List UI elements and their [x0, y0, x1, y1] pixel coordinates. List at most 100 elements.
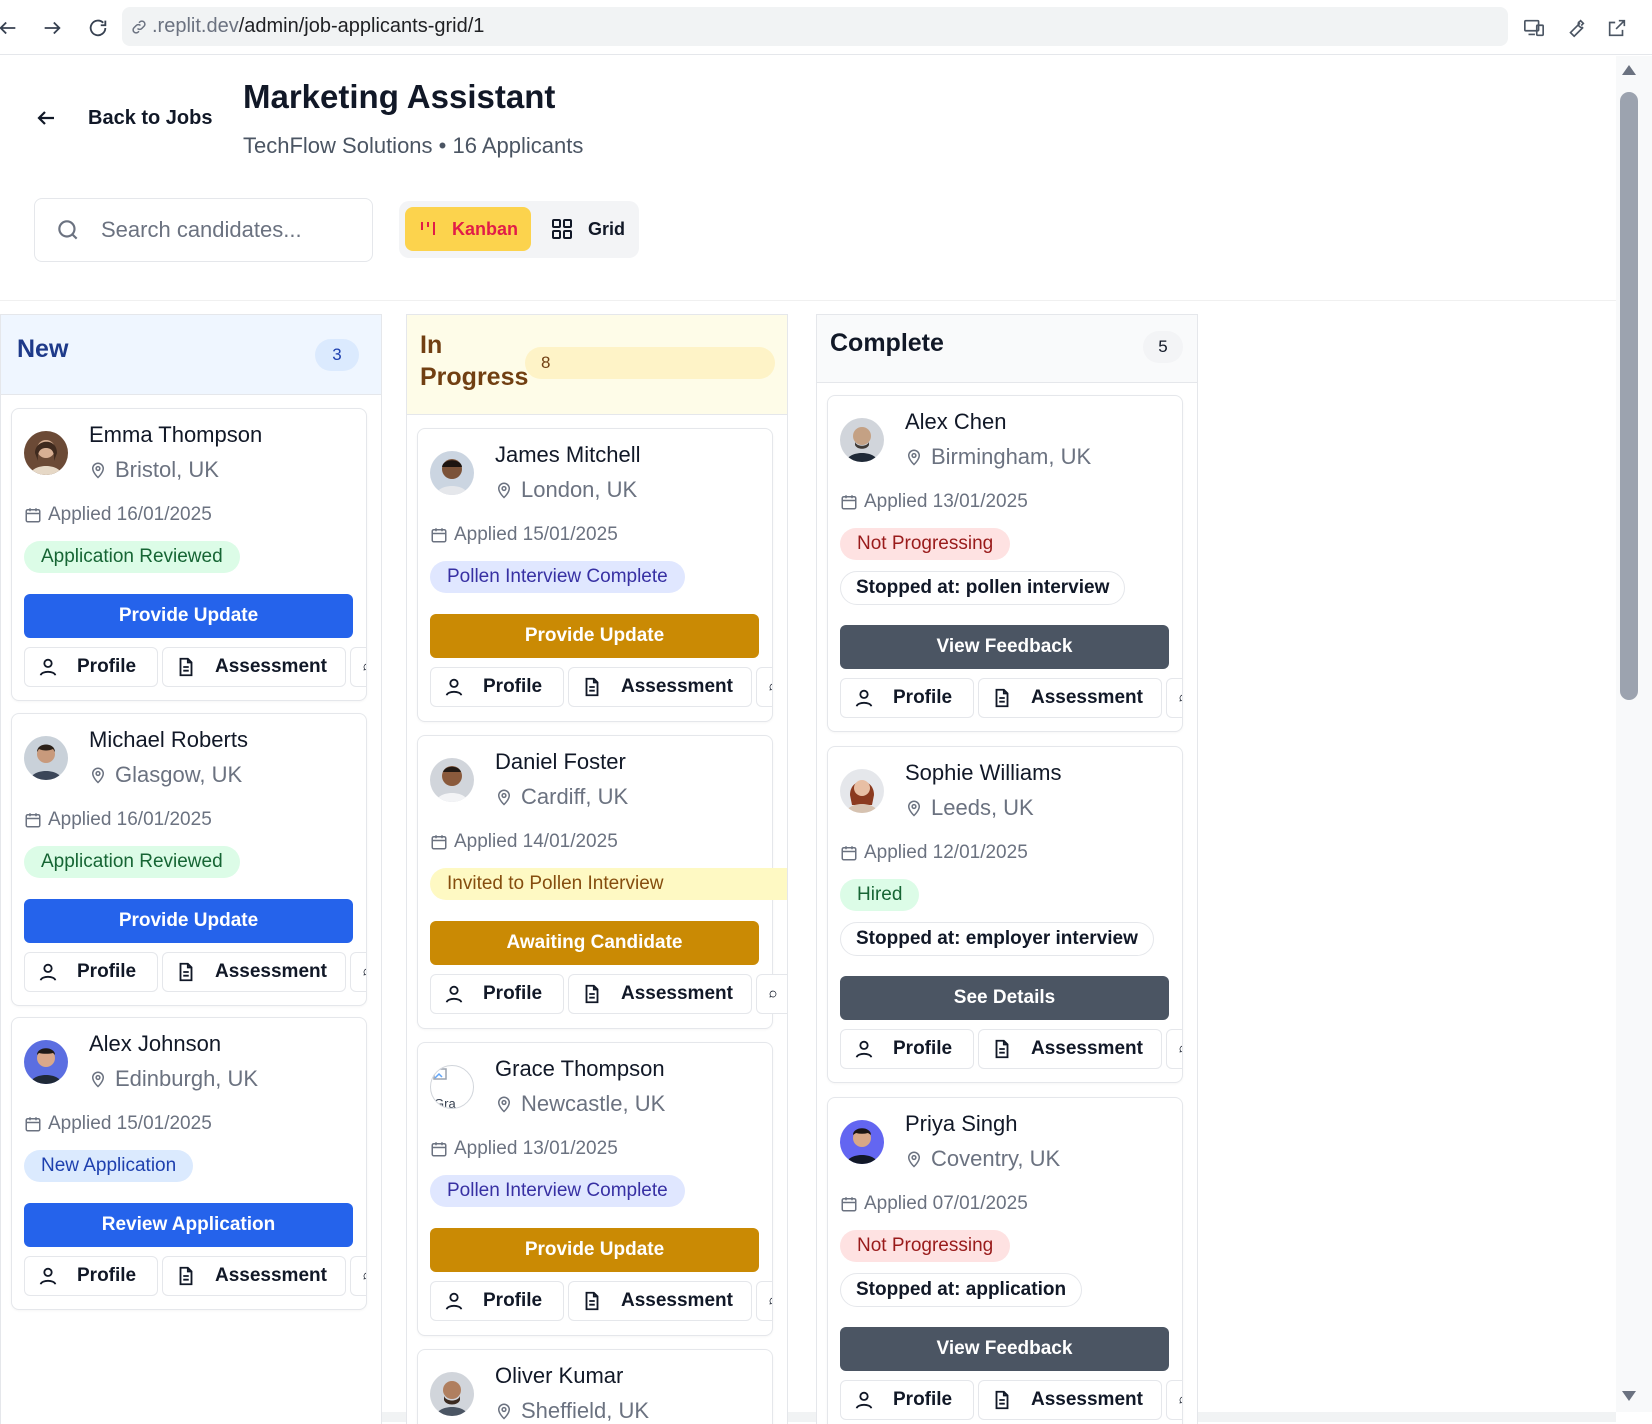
status-badge: Application Reviewed	[24, 846, 240, 878]
scroll-down-icon[interactable]	[1620, 1390, 1638, 1404]
message-button[interactable]	[1166, 1029, 1182, 1069]
document-icon	[179, 1266, 193, 1286]
assessment-button[interactable]: Assessment	[162, 1256, 346, 1296]
calendar-icon	[841, 1197, 857, 1212]
wrench-icon[interactable]	[1562, 14, 1590, 42]
card-actions: Profile Assessment	[840, 1029, 1182, 1069]
devices-icon[interactable]	[1520, 14, 1548, 42]
location-text: Newcastle, UK	[521, 1091, 666, 1116]
profile-button[interactable]: Profile	[24, 1256, 158, 1296]
profile-label: Profile	[483, 983, 543, 1004]
assessment-button[interactable]: Assessment	[162, 647, 346, 687]
address-bar[interactable]: .replit.dev/admin/job-applicants-grid/1	[122, 7, 1508, 46]
message-icon	[1179, 694, 1182, 702]
review-application-button[interactable]: Review Application	[24, 1203, 353, 1247]
avatar	[24, 431, 68, 475]
assessment-label: Assessment	[215, 1265, 327, 1286]
message-button[interactable]	[756, 974, 787, 1014]
status-badge: Application Reviewed	[24, 541, 240, 573]
candidate-location: Newcastle, UK	[495, 1091, 665, 1117]
location-text: Bristol, UK	[115, 457, 219, 482]
view-feedback-button[interactable]: View Feedback	[840, 625, 1169, 669]
scroll-up-icon[interactable]	[1620, 64, 1638, 78]
assessment-button[interactable]: Assessment	[162, 952, 346, 992]
candidate-name: Alex Chen	[905, 409, 1007, 434]
url-path: /admin/job-applicants-grid/1	[238, 15, 485, 37]
profile-button[interactable]: Profile	[24, 647, 158, 687]
grid-label: Grid	[588, 218, 626, 239]
candidate-location: Leeds, UK	[905, 795, 1034, 821]
assessment-button[interactable]: Assessment	[978, 1380, 1162, 1420]
document-icon	[585, 1291, 599, 1311]
reload-icon[interactable]	[84, 14, 112, 42]
avatar	[430, 1372, 474, 1416]
message-button[interactable]	[756, 667, 772, 707]
see-details-button[interactable]: See Details	[840, 976, 1169, 1020]
profile-button[interactable]: Profile	[430, 667, 564, 707]
location-text: London, UK	[521, 477, 638, 502]
assessment-button[interactable]: Assessment	[978, 1029, 1162, 1069]
card-actions: Profile Assessment	[24, 1256, 366, 1296]
column-title-line2: Progress	[420, 363, 529, 391]
profile-label: Profile	[893, 687, 953, 708]
applied-text: Applied 15/01/2025	[48, 1113, 212, 1134]
message-button[interactable]	[756, 1281, 772, 1321]
back-to-jobs-link[interactable]: Back to Jobs	[34, 106, 212, 130]
forward-arrow-icon[interactable]	[38, 14, 66, 42]
provide-update-button[interactable]: Provide Update	[24, 594, 353, 638]
column-header: Complete 5	[817, 315, 1197, 383]
card-actions: Profile Assessment	[840, 1380, 1182, 1420]
profile-button[interactable]: Profile	[840, 1029, 974, 1069]
assessment-button[interactable]: Assessment	[978, 678, 1162, 718]
profile-button[interactable]: Profile	[430, 1281, 564, 1321]
status-badge: Pollen Interview Complete	[430, 561, 685, 593]
column-title: Complete	[830, 329, 944, 357]
grid-view-button[interactable]: Grid	[537, 207, 638, 251]
user-icon	[855, 689, 873, 707]
search-input[interactable]	[101, 217, 361, 243]
message-button[interactable]	[350, 647, 366, 687]
map-pin-icon	[497, 1403, 511, 1420]
candidate-card: Oliver Kumar Sheffield, UK	[417, 1349, 773, 1424]
message-button[interactable]	[1166, 1380, 1182, 1420]
scrollbar-thumb[interactable]	[1620, 92, 1638, 700]
location-text: Sheffield, UK	[521, 1398, 650, 1423]
assessment-button[interactable]: Assessment	[568, 1281, 752, 1321]
open-external-icon[interactable]	[1603, 14, 1631, 42]
candidate-card: Emma Thompson Bristol, UK Applied 16/01/…	[11, 408, 367, 701]
message-button[interactable]	[350, 952, 366, 992]
candidate-location: Bristol, UK	[89, 457, 219, 483]
kanban-view-button[interactable]: Kanban	[405, 207, 532, 251]
message-button[interactable]	[350, 1256, 366, 1296]
candidate-name: Alex Johnson	[89, 1031, 222, 1056]
avatar	[840, 769, 884, 813]
document-icon	[585, 984, 599, 1004]
message-button[interactable]	[1166, 678, 1182, 718]
grid-icon	[552, 219, 572, 239]
card-actions: Profile Assessment	[430, 974, 787, 1014]
column-new: New 3 Emma Thompson Bristol, UK Applied …	[0, 314, 382, 1424]
profile-button[interactable]: Profile	[840, 678, 974, 718]
column-title: In Progress	[420, 329, 528, 393]
provide-update-button[interactable]: Provide Update	[24, 899, 353, 943]
candidate-location: Coventry, UK	[905, 1146, 1060, 1172]
profile-button[interactable]: Profile	[840, 1380, 974, 1420]
candidate-location: Birmingham, UK	[905, 444, 1091, 470]
provide-update-button[interactable]: Provide Update	[430, 1228, 759, 1272]
candidate-card: Gra Grace Thompson Newcastle, UK Applied…	[417, 1042, 773, 1336]
profile-button[interactable]: Profile	[24, 952, 158, 992]
search-box[interactable]	[34, 198, 373, 262]
message-icon	[769, 990, 777, 998]
candidate-name: Daniel Foster	[495, 749, 626, 774]
awaiting-candidate-button[interactable]: Awaiting Candidate	[430, 921, 759, 965]
candidate-location: Sheffield, UK	[495, 1398, 649, 1424]
profile-button[interactable]: Profile	[430, 974, 564, 1014]
assessment-button[interactable]: Assessment	[568, 974, 752, 1014]
back-arrow-icon[interactable]	[0, 14, 22, 42]
candidate-location: Edinburgh, UK	[89, 1066, 258, 1092]
view-feedback-button[interactable]: View Feedback	[840, 1327, 1169, 1371]
provide-update-button[interactable]: Provide Update	[430, 614, 759, 658]
candidate-name: Michael Roberts	[89, 727, 248, 752]
assessment-button[interactable]: Assessment	[568, 667, 752, 707]
applied-date: Applied 13/01/2025	[840, 491, 1028, 513]
